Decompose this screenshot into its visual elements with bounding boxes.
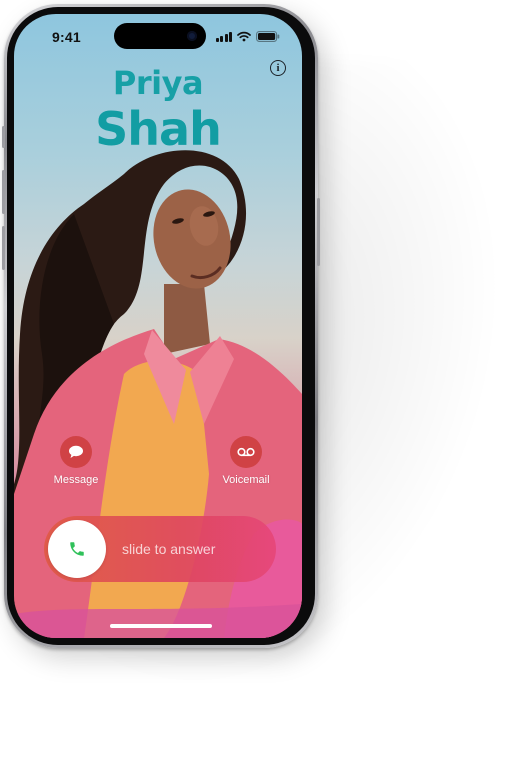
home-indicator[interactable] bbox=[110, 624, 212, 628]
volume-down-side-button bbox=[2, 226, 5, 270]
status-time: 9:41 bbox=[52, 29, 81, 45]
front-camera bbox=[187, 31, 197, 41]
voicemail-icon bbox=[237, 447, 255, 457]
signal-icon bbox=[215, 31, 232, 42]
message-button-circle[interactable] bbox=[60, 436, 92, 468]
status-bar: 9:41 bbox=[14, 14, 302, 58]
volume-up-side-button bbox=[2, 170, 5, 214]
battery-icon bbox=[256, 30, 280, 42]
dynamic-island bbox=[114, 23, 206, 49]
message-button[interactable]: Message bbox=[36, 436, 116, 486]
caller-last-name: Shah bbox=[95, 102, 222, 156]
voicemail-label: Voicemail bbox=[222, 474, 270, 486]
wifi-icon bbox=[237, 31, 251, 41]
phone-icon bbox=[70, 542, 84, 556]
message-bubble-icon bbox=[69, 445, 83, 458]
slide-to-answer-label: slide to answer bbox=[122, 541, 216, 557]
action-side-button bbox=[2, 126, 5, 148]
voicemail-button[interactable]: Voicemail bbox=[206, 436, 286, 486]
status-icons bbox=[215, 30, 281, 42]
stage: 9:41 i Priya Shah Message Voicemail slid… bbox=[0, 0, 519, 762]
incoming-call-screen: 9:41 i Priya Shah Message Voicemail slid… bbox=[14, 14, 302, 638]
message-label: Message bbox=[53, 474, 99, 486]
power-side-button bbox=[317, 198, 320, 266]
voicemail-button-circle[interactable] bbox=[230, 436, 262, 468]
answer-slider[interactable]: slide to answer bbox=[44, 516, 276, 582]
caller-first-name: Priya bbox=[112, 64, 204, 102]
answer-knob[interactable] bbox=[48, 520, 106, 578]
